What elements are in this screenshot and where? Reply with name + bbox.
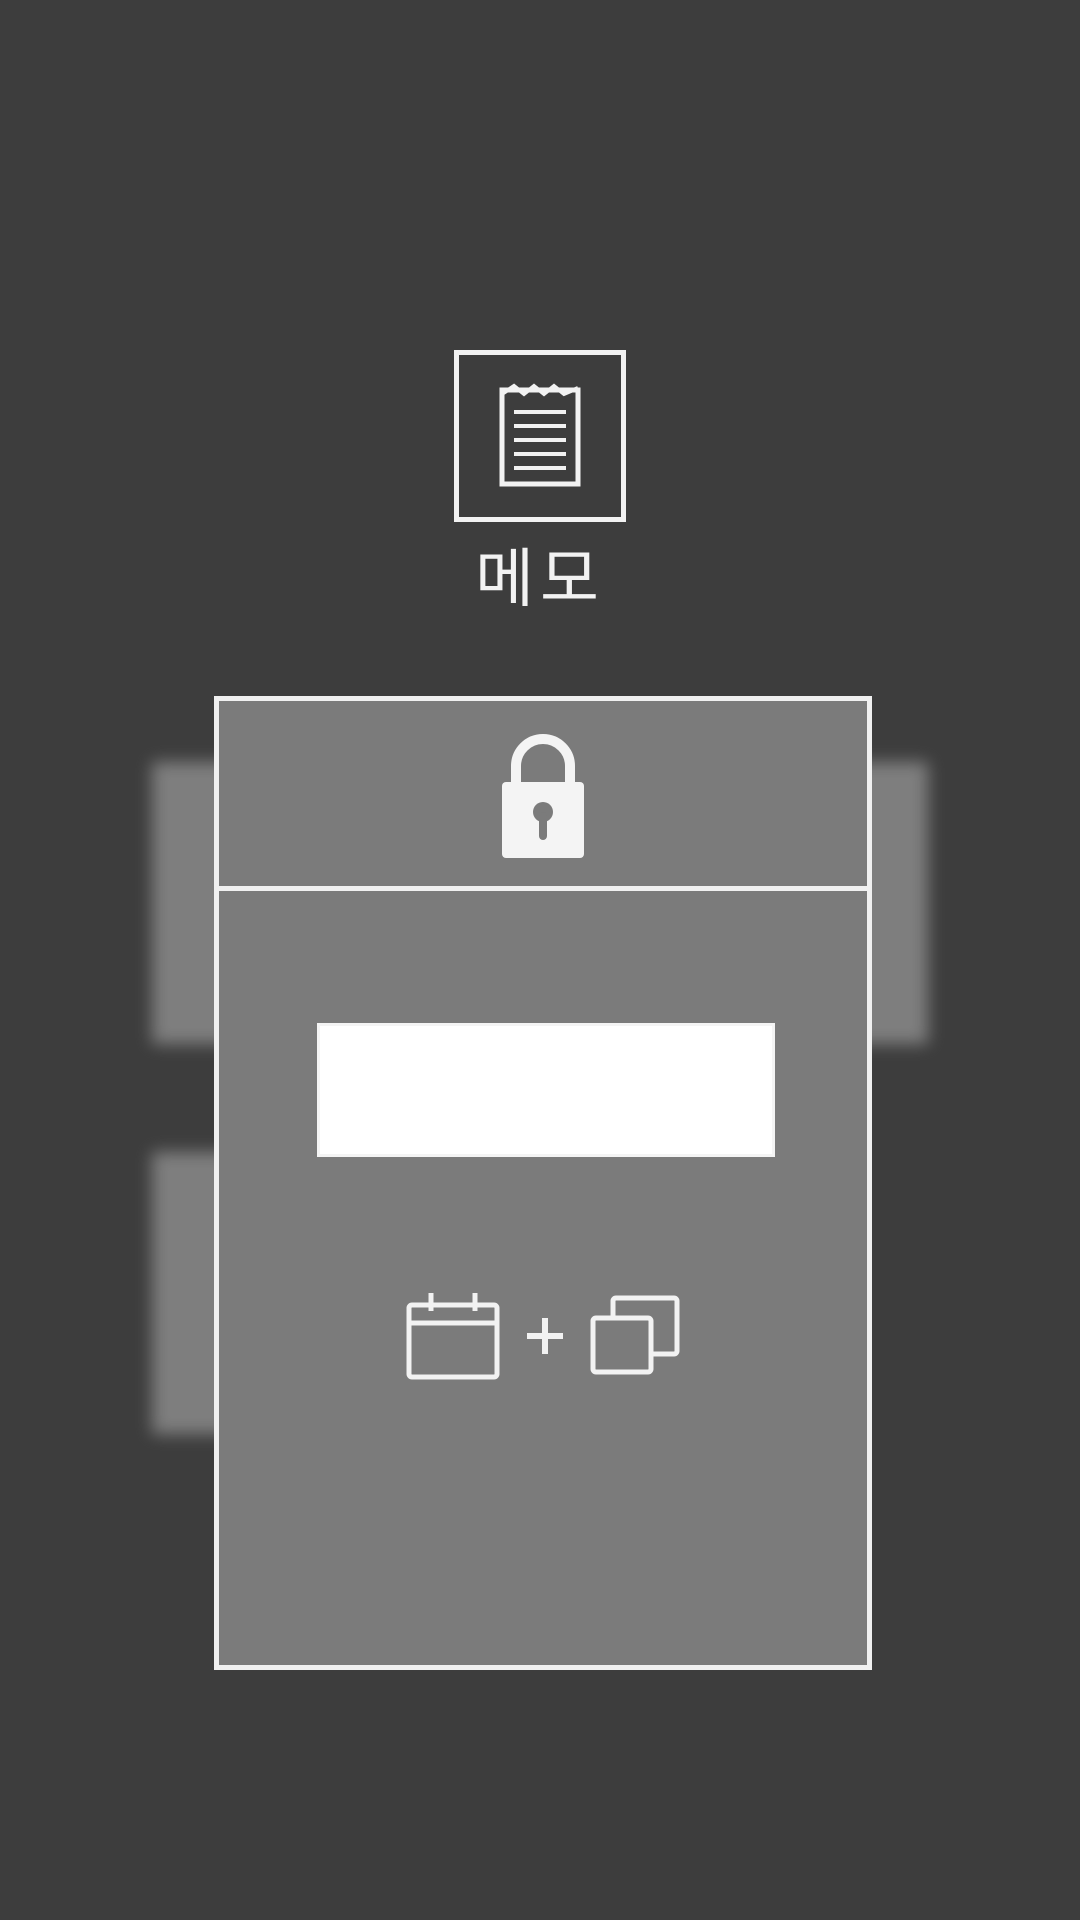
calendar-icon [406,1293,500,1380]
copy-windows-button[interactable] [587,1294,683,1378]
app-label: 메모 [475,543,605,617]
lock-icon [502,733,584,858]
plus-icon [527,1318,563,1354]
lock-header [219,701,867,891]
notepad-icon [499,383,581,487]
lock-card [214,696,872,1670]
copy-windows-icon [590,1295,680,1375]
plus-separator [521,1312,569,1360]
app-icon[interactable] [454,350,626,522]
calendar-button[interactable] [403,1289,503,1383]
app-header: 메모 [0,350,1080,612]
screen: 메모 [0,0,1080,1920]
action-row [219,1289,867,1383]
password-input[interactable] [317,1023,775,1157]
